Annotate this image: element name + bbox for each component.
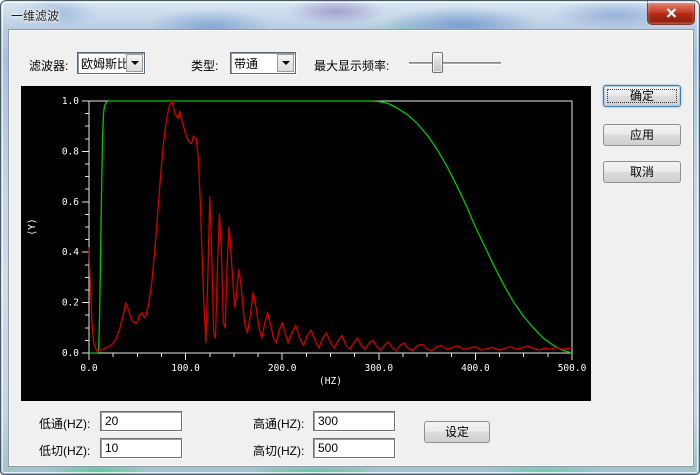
type-dropdown-value: 带通 [231,55,277,72]
close-button[interactable] [647,1,695,25]
spectrum-chart: 0.0 100.0 200.0 300.0 400.0 500.0 0.0 0.2 0.4 0.6… [21,86,591,401]
svg-text:0.4: 0.4 [62,247,79,258]
slider-thumb[interactable] [432,52,443,73]
svg-text:1.0: 1.0 [62,96,79,107]
low-cut-input[interactable] [100,438,182,458]
type-dropdown[interactable]: 带通 [230,52,296,74]
type-label: 类型: [191,57,218,74]
svg-text:0.0: 0.0 [80,363,97,374]
filter-dropdown-value: 欧姆斯比 [78,55,126,72]
dialog-window: 一维滤波 滤波器: 欧姆斯比 类型: 带通 最大显示频率: 0.0 100.0 20… [0,0,700,475]
high-pass-input[interactable] [313,411,395,431]
low-cut-label: 低切(HZ): [39,442,90,459]
ok-button[interactable]: 确定 [603,85,681,107]
set-button[interactable]: 设定 [424,421,490,443]
max-frequency-label: 最大显示频率: [314,57,389,74]
svg-text:200.0: 200.0 [268,363,297,374]
high-pass-label: 高通(HZ): [253,415,304,432]
slider-track[interactable] [409,62,501,65]
svg-text:400.0: 400.0 [461,363,490,374]
chevron-down-icon[interactable] [126,54,143,72]
svg-text:300.0: 300.0 [364,363,393,374]
spectrum-plot: 0.0 100.0 200.0 300.0 400.0 500.0 0.0 0.2 0.4 0.6… [21,86,591,401]
filter-label: 滤波器: [29,57,68,74]
high-cut-input[interactable] [313,438,395,458]
svg-text:0.0: 0.0 [62,348,79,359]
svg-text:500.0: 500.0 [558,363,587,374]
close-icon [666,8,677,18]
svg-text:0.8: 0.8 [62,146,79,157]
svg-text:(HZ): (HZ) [319,376,342,387]
low-pass-input[interactable] [100,411,182,431]
filter-dropdown[interactable]: 欧姆斯比 [77,52,145,74]
title-bar[interactable]: 一维滤波 [1,1,699,29]
svg-text:(Y): (Y) [27,218,38,235]
svg-text:100.0: 100.0 [171,363,200,374]
high-cut-label: 高切(HZ): [253,442,304,459]
svg-text:0.2: 0.2 [62,298,79,309]
low-pass-label: 低通(HZ): [39,415,90,432]
cancel-button[interactable]: 取消 [603,161,681,183]
apply-button[interactable]: 应用 [603,124,681,146]
svg-text:0.6: 0.6 [62,197,79,208]
chevron-down-icon[interactable] [277,54,294,72]
max-frequency-slider[interactable] [409,52,501,74]
window-title: 一维滤波 [11,7,59,24]
